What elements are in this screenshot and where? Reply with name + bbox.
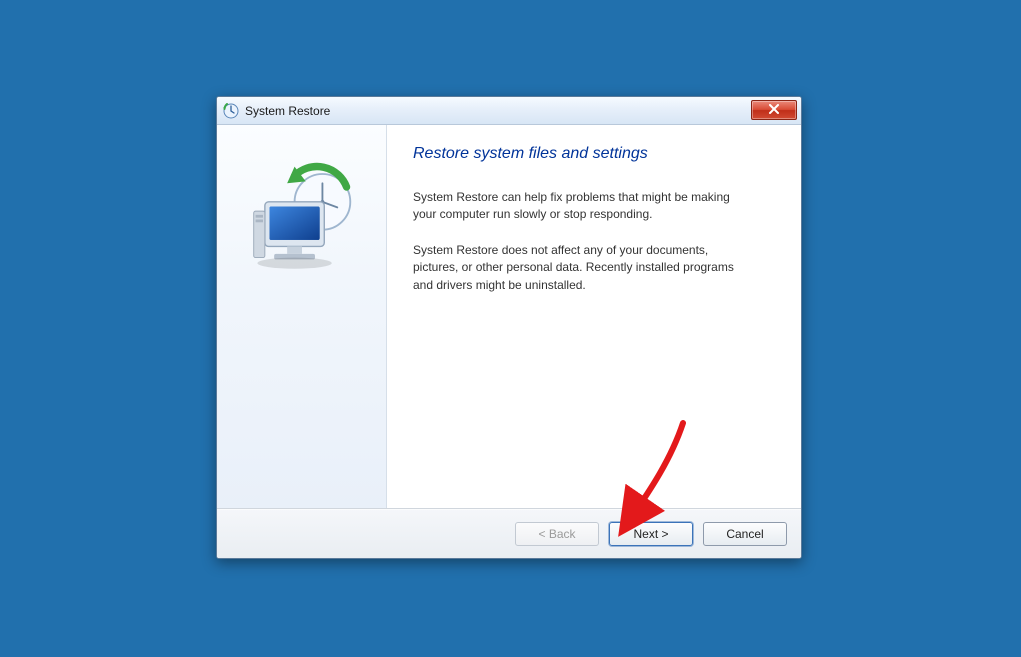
wizard-button-bar: < Back Next > Cancel [217, 508, 801, 558]
intro-paragraph-2: System Restore does not affect any of yo… [413, 242, 753, 294]
window-title: System Restore [245, 104, 330, 118]
restore-illustration-icon [237, 161, 367, 291]
next-button[interactable]: Next > [609, 522, 693, 546]
wizard-side-panel [217, 125, 387, 508]
cancel-button[interactable]: Cancel [703, 522, 787, 546]
wizard-body: Restore system files and settings System… [217, 125, 801, 508]
intro-paragraph-1: System Restore can help fix problems tha… [413, 189, 753, 224]
close-icon [768, 103, 780, 117]
wizard-content: Restore system files and settings System… [387, 125, 801, 508]
close-button[interactable] [751, 100, 797, 120]
page-heading: Restore system files and settings [413, 145, 775, 163]
system-restore-icon [223, 103, 239, 119]
back-button: < Back [515, 522, 599, 546]
titlebar[interactable]: System Restore [217, 97, 801, 125]
system-restore-wizard: System Restore [216, 96, 802, 559]
